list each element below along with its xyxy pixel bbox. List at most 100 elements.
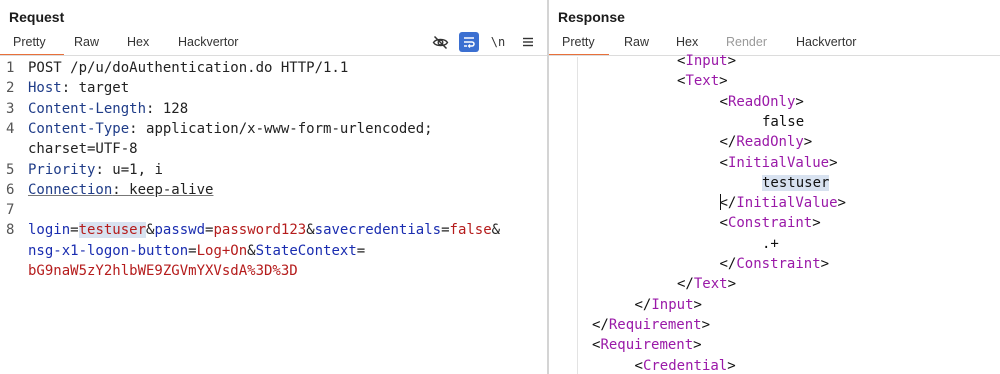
request-line: 4 Content-Type: application/x-www-form-ur… [0,119,547,139]
hamburger-menu-icon[interactable] [518,32,538,52]
line-number: 5 [6,161,15,178]
response-line-text: </Requirement> [592,315,710,335]
code-text: = [356,242,366,259]
code-text: : u=1, i [95,161,163,178]
response-line-text: <Credential> [635,356,736,374]
request-line: 6 Connection: keep-alive [0,180,547,200]
param-name: nsg-x1-logon-button [28,242,189,259]
request-line: 7 [0,200,547,220]
code-text: & [306,222,315,239]
param-value: password123 [213,222,307,239]
line-number: 2 [6,80,15,97]
request-line: 2 Host: target [0,78,547,98]
xml-text: .+ [762,235,779,252]
request-line-text: charset=UTF-8 [28,139,138,159]
eye-slash-icon[interactable] [430,32,450,52]
response-editor[interactable]: <Input> <Text> <ReadOnly> false </ReadOnly> <… [549,53,1000,374]
response-tab-hackvertor[interactable]: Hackvertor [796,33,856,55]
param-name: StateContext [255,242,357,259]
code-text: & [247,242,256,259]
xml-tag: <ReadOnly> [719,93,804,110]
response-line-text: .+ [762,234,779,254]
newline-label: \n [490,35,506,49]
request-tabs-border [0,55,547,56]
header-name: Connection [28,181,113,198]
response-title: Response [558,9,625,25]
code-text: : application/x-www-form-urlencoded; [129,120,433,137]
line-number: 6 [6,181,15,198]
response-line-text: <InitialValue> [720,153,838,173]
line-number: 4 [6,120,15,137]
code-text: = [188,242,197,259]
request-editor[interactable]: 1 POST /p/u/doAuthentication.do HTTP/1.1 2… [0,57,547,374]
response-line-text: </ReadOnly> [720,132,813,152]
request-line: bG9naW5zY2hlbWE9ZGVmYXVsdA%3D%3D [0,261,547,281]
code-text: POST /p/u/doAuthentication.do HTTP/1.1 [28,60,349,76]
param-value: Log+On [196,242,248,259]
response-tab-raw[interactable]: Raw [624,33,649,55]
param-name: login [28,222,71,239]
param-value-highlighted: testuser [78,222,147,239]
header-name: Host [28,80,62,97]
request-tab-raw[interactable]: Raw [74,33,99,55]
request-line-text: login=testuser&passwd=password123&savecr… [28,220,500,240]
code-text: charset=UTF-8 [28,141,138,158]
newline-toggle[interactable]: \n [488,32,508,52]
response-tab-pretty[interactable]: Pretty [562,33,595,55]
xml-tag: </Requirement> [592,316,711,333]
response-line-text: <Text> [677,71,728,91]
xml-tag: </InitialValue> [719,195,846,212]
line-number: 7 [6,202,15,219]
param-value: false [449,222,492,239]
request-line: 5 Priority: u=1, i [0,160,547,180]
line-number: 8 [6,222,15,239]
request-line-text: nsg-x1-logon-button=Log+On&StateContext= [28,241,365,261]
response-line-text: </InitialValue> [719,193,846,213]
xml-tag: </Input> [634,296,702,313]
xml-tag: </Text> [677,276,737,293]
code-text: = [70,222,79,239]
request-line-text: Content-Type: application/x-www-form-url… [28,119,433,139]
xml-tag: <Requirement> [592,337,702,354]
wrap-lines-icon[interactable] [459,32,479,52]
request-line-text: Priority: u=1, i [28,160,163,180]
param-value: bG9naW5zY2hlbWE9ZGVmYXVsdA%3D%3D [28,263,298,279]
header-name: Content-Length [28,100,147,117]
code-text: : 128 [146,100,189,117]
header-name: Content-Type [28,120,130,137]
param-name: passwd [154,222,206,239]
request-line: charset=UTF-8 [0,139,547,159]
code-text: : target [61,80,130,97]
request-tab-hackvertor[interactable]: Hackvertor [178,33,238,55]
xml-tag: <InitialValue> [719,154,838,171]
xml-tag: <Text> [677,73,728,90]
xml-tag: <Credential> [634,357,736,374]
request-line: 8 login=testuser&passwd=password123&savec… [0,220,547,240]
response-line-text: </Input> [635,295,702,315]
request-line: 1 POST /p/u/doAuthentication.do HTTP/1.1 [0,58,547,78]
response-line-text: <Constraint> [720,213,821,233]
request-line-text: POST /p/u/doAuthentication.do HTTP/1.1 [28,58,348,78]
response-line-text: </Text> [677,274,736,294]
response-pane: Response Pretty Raw Hex Render Hackverto… [549,0,1000,374]
response-tabs-border [549,55,1000,56]
code-text: : keep-alive [112,181,214,198]
response-line-text: false [762,112,804,132]
line-number: 1 [6,60,15,76]
request-line: nsg-x1-logon-button=Log+On&StateContext= [0,241,547,261]
param-name: savecredentials [314,222,442,239]
request-line-text: Connection: keep-alive [28,180,213,200]
code-text: = [441,222,450,239]
request-title: Request [9,9,65,25]
request-tab-pretty[interactable]: Pretty [13,33,46,55]
request-line-text: Content-Length: 128 [28,99,188,119]
response-line-text: testuser [762,173,830,193]
xml-text-highlighted: testuser [762,174,830,191]
header-name: Priority [28,161,96,178]
request-line-text: bG9naW5zY2hlbWE9ZGVmYXVsdA%3D%3D [28,261,298,281]
response-line-text: <Requirement> [592,335,702,355]
request-line-text: Host: target [28,78,129,98]
line-number: 3 [6,100,15,117]
xml-tag: </Constraint> [719,256,830,272]
request-tab-hex[interactable]: Hex [127,33,149,55]
